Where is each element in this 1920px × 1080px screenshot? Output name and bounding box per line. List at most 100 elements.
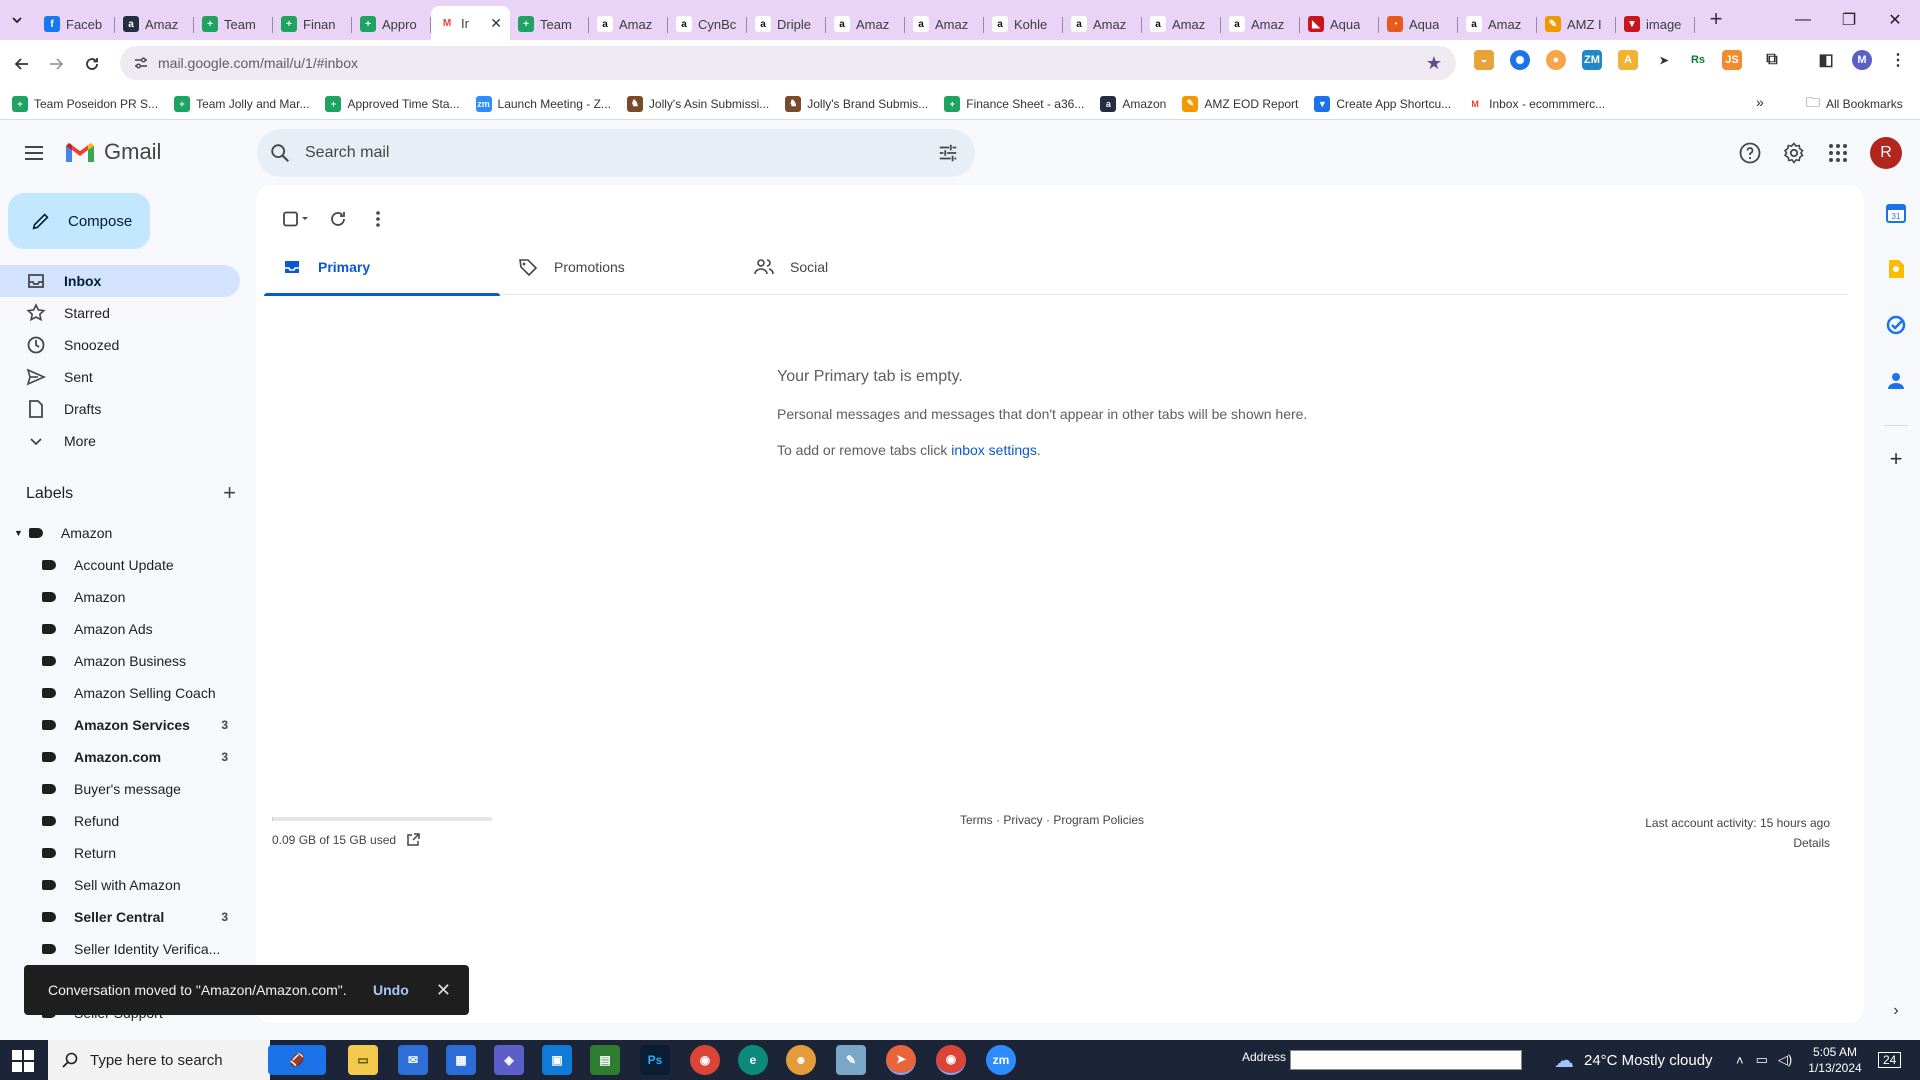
bookmark-item[interactable]: + Team Poseidon PR S... [12,92,158,116]
site-settings-icon[interactable] [134,56,148,70]
refresh-button[interactable] [318,199,358,239]
extension-translate-icon[interactable]: A [1618,50,1638,70]
tray-icons[interactable]: ˄ ▭ ◁) [1736,1040,1792,1080]
close-snackbar-icon[interactable]: ✕ [436,980,451,1001]
address-bar[interactable]: mail.google.com/mail/u/1/#inbox ★ [120,46,1456,80]
reload-button[interactable] [80,52,104,76]
main-menu-icon[interactable] [22,141,46,165]
label-item[interactable]: ▼ Amazon [0,517,240,549]
address-toolbar-input[interactable] [1290,1050,1522,1070]
label-item[interactable]: Amazon Business [0,645,240,677]
label-item[interactable]: Amazon Services 3 [0,709,240,741]
forward-button[interactable] [44,52,68,76]
show-side-panel-icon[interactable]: › [1884,999,1908,1023]
bookmark-item[interactable]: ▼ Create App Shortcu... [1314,92,1451,116]
browser-tab[interactable]: ✎ AMZ I [1537,8,1616,40]
chrome-profile-icon[interactable]: ◉ [936,1045,966,1075]
volume-icon[interactable]: ◁) [1778,1052,1792,1068]
cat-app-icon[interactable]: ☻ [786,1045,816,1075]
calculator-icon[interactable]: ▤ [590,1045,620,1075]
extension-cursor-icon[interactable]: ➤ [1654,50,1674,70]
edge-icon[interactable]: e [738,1045,768,1075]
browser-tab[interactable]: a CynBc [668,8,747,40]
browser-tab[interactable]: a Amaz [826,8,905,40]
bookmark-item[interactable]: M Inbox - ecommmerc... [1467,92,1605,116]
label-item[interactable]: Sell with Amazon [0,869,240,901]
extension-rs-icon[interactable]: Rs [1688,50,1708,70]
browser-tab[interactable]: a Kohle [984,8,1063,40]
label-item[interactable]: Seller Central 3 [0,901,240,933]
label-item[interactable]: Amazon Ads [0,613,240,645]
open-in-new-icon[interactable] [406,833,420,847]
back-button[interactable] [10,52,34,76]
extension-orb-icon[interactable]: ● [1546,50,1566,70]
label-item[interactable]: Buyer's message [0,773,240,805]
browser-menu-icon[interactable]: ⋮ [1888,50,1908,70]
bookmark-item[interactable]: + Finance Sheet - a36... [944,92,1084,116]
extensions-puzzle-icon[interactable]: ⧉ [1762,50,1782,70]
bookmark-item[interactable]: ♞ Jolly's Asin Submissi... [626,92,769,116]
bookmarks-overflow-icon[interactable]: » [1756,94,1764,110]
browser-tab[interactable]: a Amaz [1221,8,1300,40]
browser-tab[interactable]: a Amaz [1142,8,1221,40]
browser-tab[interactable]: a Amaz [115,8,194,40]
browser-tab[interactable]: ▼ image [1616,8,1695,40]
taskbar-clock[interactable]: 5:05 AM 1/13/2024 [1800,1044,1870,1076]
browser-tab[interactable]: + Team [194,8,273,40]
create-label-button[interactable]: + [223,482,236,504]
nav-item-drafts[interactable]: Drafts [0,393,240,425]
search-input[interactable]: Search mail [305,144,389,162]
file-explorer-icon[interactable]: ▭ [348,1045,378,1075]
browser-tab[interactable]: M Ir ✕ [431,6,510,40]
minimize-button[interactable]: — [1780,0,1826,40]
close-tab-icon[interactable]: ✕ [490,15,502,32]
tasks-icon[interactable] [1884,313,1908,337]
network-icon[interactable]: ▭ [1756,1052,1768,1068]
bookmark-item[interactable]: ✎ AMZ EOD Report [1182,92,1298,116]
nav-item-more[interactable]: More [0,425,240,457]
restore-button[interactable]: ❐ [1826,0,1872,40]
generic-app-icon[interactable]: ◈ [494,1045,524,1075]
browser-tab[interactable]: ◔ Aqua [1379,8,1458,40]
bookmark-item[interactable]: ♞ Jolly's Brand Submis... [785,92,928,116]
undo-button[interactable]: Undo [373,982,409,998]
profile-avatar-icon[interactable]: M [1852,50,1872,70]
windows-start-icon[interactable] [12,1050,34,1072]
expand-arrow-icon[interactable]: ▼ [14,528,23,538]
telegram-icon[interactable]: ➤ [886,1045,916,1075]
gmail-logo[interactable]: Gmail [64,139,161,165]
remote-desktop-icon[interactable]: ▣ [542,1045,572,1075]
help-icon[interactable] [1738,141,1762,165]
tab-search-button[interactable] [8,6,26,34]
keep-icon[interactable] [1884,257,1908,281]
contacts-icon[interactable] [1884,369,1908,393]
side-panel-icon[interactable]: ◧ [1816,50,1836,70]
nav-item-starred[interactable]: Starred [0,297,240,329]
browser-tab[interactable]: a Amaz [905,8,984,40]
notes-app-icon[interactable]: ✎ [836,1045,866,1075]
calendar-icon[interactable]: 31 [1884,201,1908,225]
nav-item-sent[interactable]: Sent [0,361,240,393]
new-tab-button[interactable]: + [1704,8,1728,32]
activity-details-link[interactable]: Details [1645,833,1830,853]
extension-zm-icon[interactable]: ZM [1582,50,1602,70]
extension-globe-icon[interactable]: ✺ [1510,50,1530,70]
apps-grid-icon[interactable] [1826,141,1850,165]
browser-tab[interactable]: a Amaz [1458,8,1537,40]
browser-tab[interactable]: + Team [510,8,589,40]
get-addons-icon[interactable]: + [1884,446,1908,471]
label-item[interactable]: Refund [0,805,240,837]
chevron-up-icon[interactable]: ˄ [1736,1053,1744,1068]
extension-js-icon[interactable]: JS [1722,50,1742,70]
account-avatar[interactable]: R [1870,137,1902,169]
extension-cookie-icon[interactable]: ◒ [1474,50,1494,70]
label-item[interactable]: Amazon.com 3 [0,741,240,773]
tab-social[interactable]: Social [736,239,972,295]
zoom-icon[interactable]: zm [986,1045,1016,1075]
weather-widget[interactable]: ☁ 24°C Mostly cloudy [1554,1040,1713,1080]
browser-tab[interactable]: + Finan [273,8,352,40]
close-window-button[interactable]: ✕ [1872,0,1918,40]
footer-policies[interactable]: Terms · Privacy · Program Policies [960,813,1144,827]
browser-tab[interactable]: f Faceb [36,8,115,40]
more-actions-button[interactable] [358,199,398,239]
